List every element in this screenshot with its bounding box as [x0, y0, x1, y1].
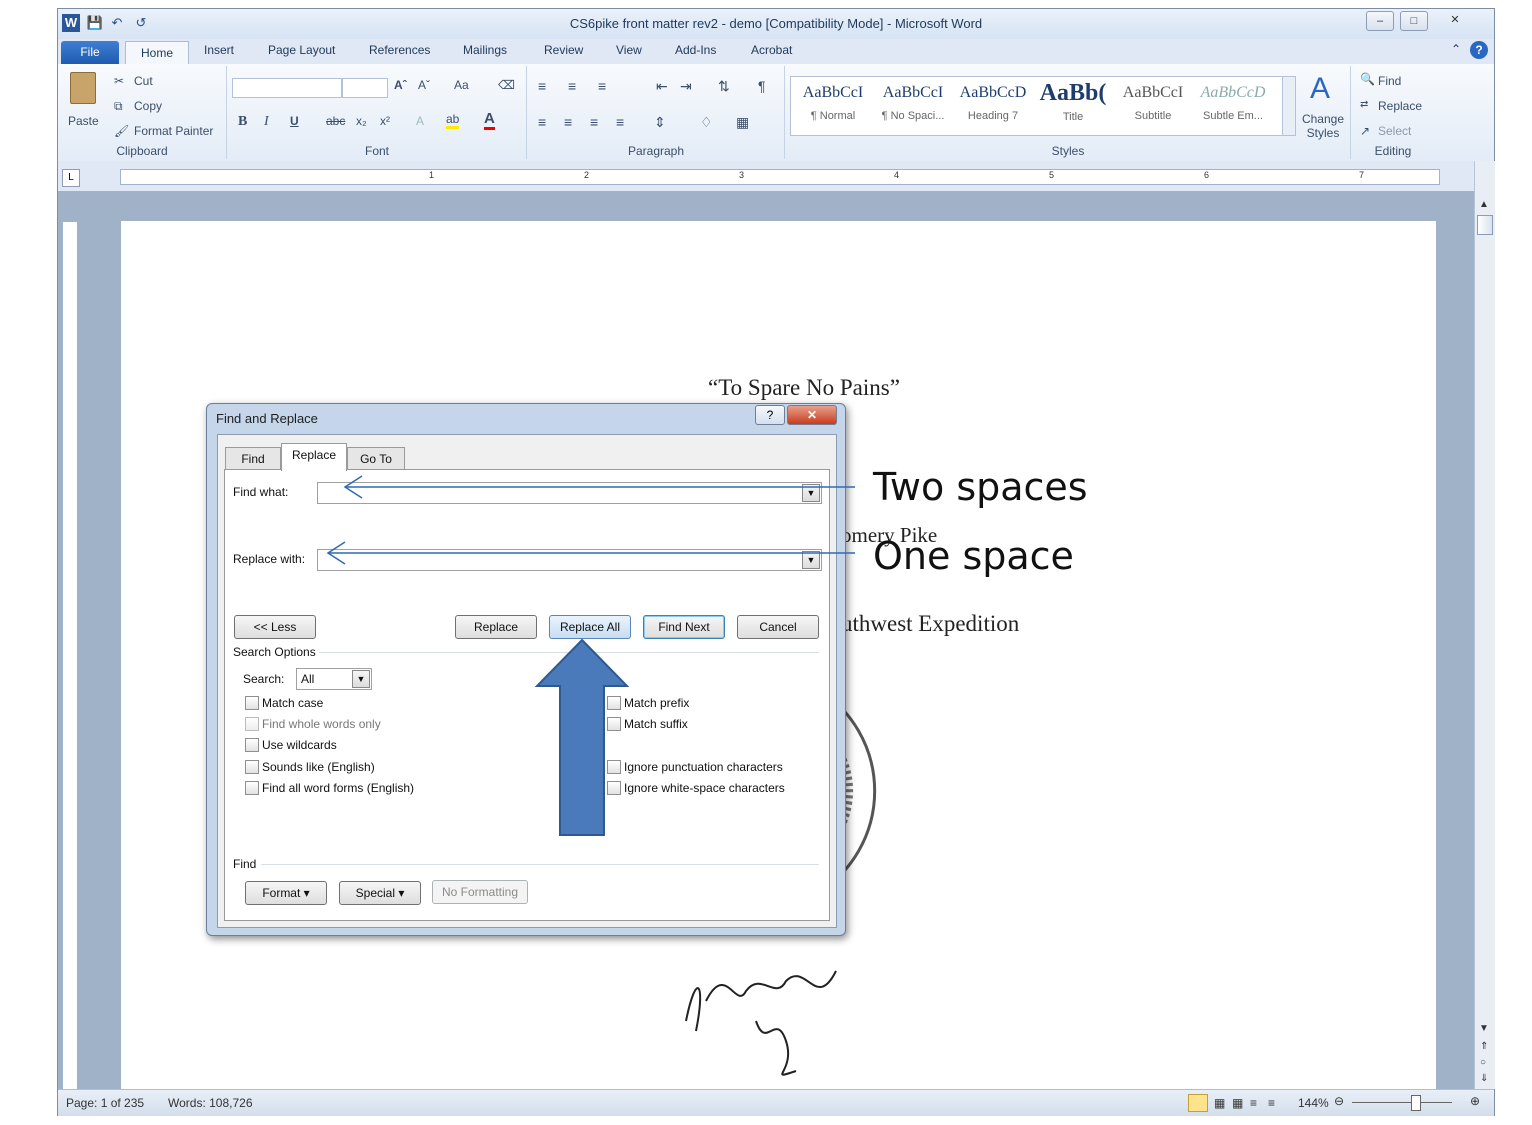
one-space-annotation: One space — [873, 534, 1074, 578]
two-spaces-annotation: Two spaces — [873, 465, 1088, 509]
two-spaces-arrow — [343, 475, 855, 499]
replace-all-pointer-arrow — [534, 638, 630, 836]
one-space-arrow — [326, 541, 855, 565]
annotation-overlay — [326, 475, 855, 836]
tab-replace[interactable]: Replace — [281, 443, 347, 471]
